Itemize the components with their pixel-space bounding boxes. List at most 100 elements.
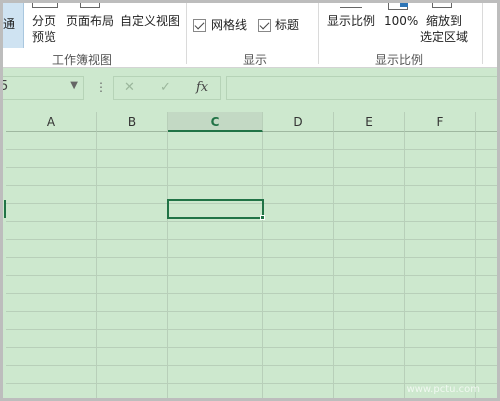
grid-cell[interactable] (334, 168, 405, 186)
grid-cell[interactable] (405, 150, 476, 168)
grid-cell[interactable] (263, 150, 334, 168)
grid-cell[interactable] (6, 366, 97, 384)
grid-cell[interactable] (476, 294, 500, 312)
grid-cell[interactable] (405, 312, 476, 330)
grid-cell[interactable] (334, 204, 405, 222)
grid-cell[interactable] (476, 312, 500, 330)
cancel-icon[interactable]: ✕ (124, 80, 135, 95)
fill-handle[interactable] (260, 215, 265, 220)
column-header-a[interactable]: A (6, 112, 97, 132)
grid-cell[interactable] (97, 258, 168, 276)
column-header-c[interactable]: C (168, 112, 263, 132)
grid-cell[interactable] (263, 276, 334, 294)
grid-cell[interactable] (6, 384, 97, 401)
page-layout-button[interactable]: 页面布局 (66, 0, 118, 48)
grid-cell[interactable] (168, 312, 263, 330)
grid-cell[interactable] (263, 222, 334, 240)
grid-cell[interactable] (263, 366, 334, 384)
grid-cell[interactable] (97, 276, 168, 294)
grid-cell[interactable] (6, 258, 97, 276)
column-header-d[interactable]: D (263, 112, 334, 132)
grid-cell[interactable] (6, 294, 97, 312)
grid-cell[interactable] (334, 258, 405, 276)
grid-cell[interactable] (168, 348, 263, 366)
grid-cell[interactable] (168, 276, 263, 294)
grid-cell[interactable] (263, 294, 334, 312)
grid-cell[interactable] (97, 186, 168, 204)
grid-cell[interactable] (263, 132, 334, 150)
formula-input[interactable] (226, 76, 500, 100)
grid-cell[interactable] (6, 348, 97, 366)
grid-cell[interactable] (97, 204, 168, 222)
grid-cell[interactable] (476, 204, 500, 222)
grid-cell[interactable] (97, 330, 168, 348)
grid-cell[interactable] (476, 222, 500, 240)
zoom-100-button[interactable]: 100% (380, 0, 420, 48)
page-break-preview-button[interactable]: 分页 预览 (30, 0, 62, 48)
grid-cell[interactable] (476, 132, 500, 150)
grid-cell[interactable] (334, 294, 405, 312)
custom-views-button[interactable]: 自定义视图 (120, 0, 182, 48)
grid-cell[interactable] (97, 222, 168, 240)
column-header-e[interactable]: E (334, 112, 405, 132)
zoom-to-selection-button[interactable]: 缩放到 选定区域 (420, 0, 472, 48)
name-box-dropdown-icon[interactable]: ▼ (70, 80, 78, 91)
grid-cell[interactable] (476, 276, 500, 294)
grid-cell[interactable] (263, 186, 334, 204)
grid-cell[interactable] (476, 366, 500, 384)
grid-cell[interactable] (476, 150, 500, 168)
grid-cell[interactable] (476, 330, 500, 348)
grid-cell[interactable] (334, 186, 405, 204)
grid-cell[interactable] (405, 168, 476, 186)
grid-cell[interactable] (476, 348, 500, 366)
grid-cell[interactable] (405, 186, 476, 204)
grid-cell[interactable] (476, 240, 500, 258)
grid-cell[interactable] (168, 150, 263, 168)
enter-icon[interactable]: ✓ (160, 80, 171, 95)
grid-cell[interactable] (405, 258, 476, 276)
grid-cell[interactable] (263, 240, 334, 258)
grid-cell[interactable] (168, 168, 263, 186)
grid-cell[interactable] (405, 132, 476, 150)
grid-cell[interactable] (168, 222, 263, 240)
grid-cell[interactable] (97, 384, 168, 401)
grid-cell[interactable] (6, 204, 97, 222)
grid-cell[interactable] (476, 186, 500, 204)
grid-cell[interactable] (405, 222, 476, 240)
grid-cell[interactable] (6, 186, 97, 204)
grid-cell[interactable] (476, 258, 500, 276)
grid-cell[interactable] (405, 240, 476, 258)
grid-cell[interactable] (405, 348, 476, 366)
grid-cell[interactable] (97, 312, 168, 330)
worksheet-grid[interactable]: www.pctu.com ABCDEF (0, 109, 500, 401)
grid-cell[interactable] (334, 330, 405, 348)
grid-cell[interactable] (263, 384, 334, 401)
grid-cell[interactable] (334, 222, 405, 240)
grid-cell[interactable] (263, 348, 334, 366)
grid-cell[interactable] (263, 204, 334, 222)
grid-cell[interactable] (476, 168, 500, 186)
grid-cell[interactable] (168, 132, 263, 150)
column-header-b[interactable]: B (97, 112, 168, 132)
grid-cell[interactable] (405, 366, 476, 384)
grid-cell[interactable] (97, 150, 168, 168)
more-options-icon[interactable]: ⋮ (95, 80, 107, 94)
grid-cell[interactable] (334, 276, 405, 294)
grid-cell[interactable] (97, 348, 168, 366)
grid-cell[interactable] (405, 294, 476, 312)
grid-cell[interactable] (6, 168, 97, 186)
grid-cell[interactable] (334, 384, 405, 401)
name-box[interactable]: 5 ▼ (0, 76, 84, 100)
grid-cell[interactable] (97, 132, 168, 150)
grid-cell[interactable] (97, 366, 168, 384)
grid-cell[interactable] (97, 294, 168, 312)
grid-cell[interactable] (168, 258, 263, 276)
grid-cell[interactable] (97, 240, 168, 258)
grid-cell[interactable] (6, 222, 97, 240)
grid-cell[interactable] (405, 204, 476, 222)
selected-cell-c[interactable] (167, 199, 264, 219)
grid-cell[interactable] (334, 348, 405, 366)
grid-cell[interactable] (168, 240, 263, 258)
gridlines-checkbox[interactable]: 网格线 (193, 18, 255, 36)
grid-cell[interactable] (6, 330, 97, 348)
